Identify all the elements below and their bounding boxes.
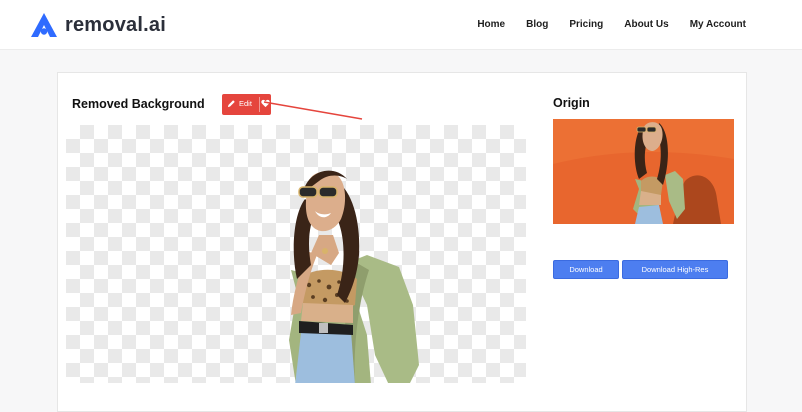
main-nav: Home Blog Pricing About Us My Account: [477, 19, 746, 30]
origin-title: Origin: [553, 96, 590, 110]
top-navbar: removal.ai Home Blog Pricing About Us My…: [0, 0, 802, 50]
transparent-preview-canvas: [66, 125, 526, 383]
logo-icon: [31, 13, 57, 37]
annotation-line: [263, 101, 363, 120]
nav-pricing[interactable]: Pricing: [569, 19, 603, 30]
edit-label: Edit: [239, 99, 252, 108]
brand-name: removal.ai: [65, 13, 166, 36]
pencil-icon: [227, 100, 235, 108]
subject-cutout-image: [289, 170, 419, 383]
nav-home[interactable]: Home: [477, 19, 505, 30]
nav-blog[interactable]: Blog: [526, 19, 548, 30]
logo[interactable]: removal.ai: [30, 12, 166, 38]
edit-divider: [259, 97, 260, 112]
download-high-res-button[interactable]: Download High-Res: [622, 260, 728, 279]
removed-background-title: Removed Background: [72, 97, 205, 111]
origin-photo: [553, 119, 734, 224]
nav-my-account[interactable]: My Account: [690, 19, 746, 30]
origin-image: [553, 119, 734, 224]
download-button[interactable]: Download: [553, 260, 619, 279]
nav-about-us[interactable]: About Us: [624, 19, 668, 30]
